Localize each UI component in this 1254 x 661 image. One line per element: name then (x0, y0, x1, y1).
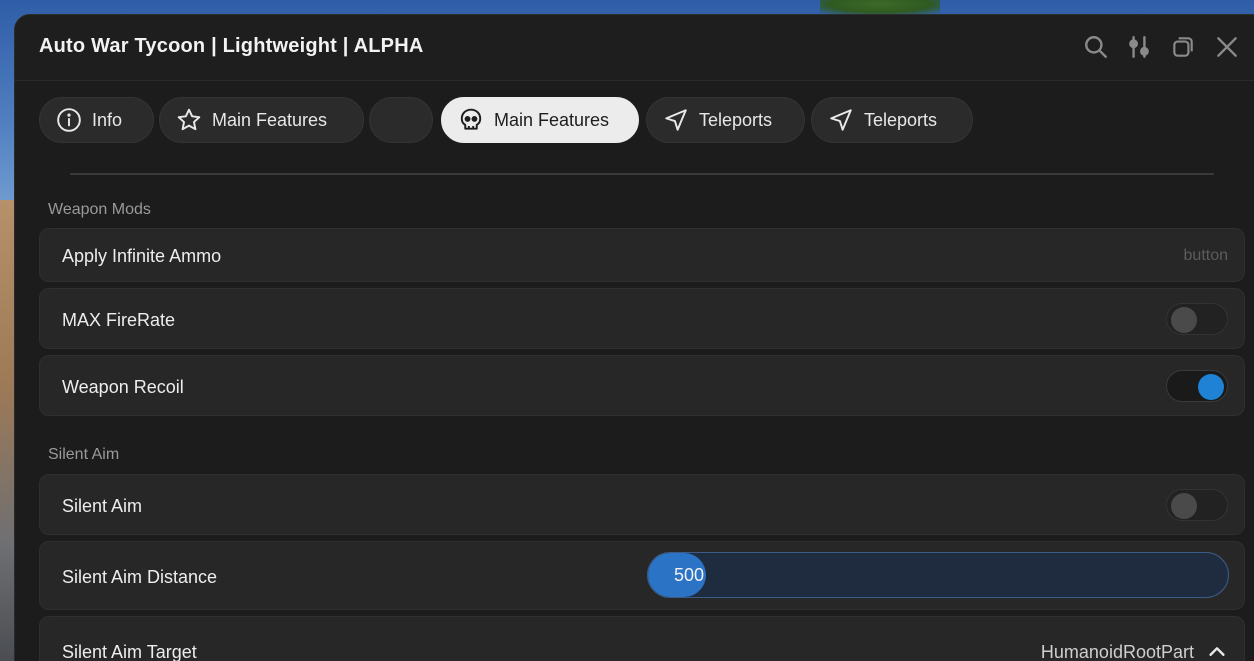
tab-label: Teleports (864, 109, 938, 130)
silent-aim-distance-slider[interactable]: 500 (647, 552, 1229, 598)
row-label: Apply Infinite Ammo (62, 246, 222, 266)
dropdown-selected-value: HumanoidRootPart (1040, 642, 1194, 661)
toggle-knob (1198, 374, 1224, 400)
minimize-icon[interactable] (1169, 33, 1197, 61)
silent-aim-row: Silent Aim (39, 474, 1245, 535)
row-label: Silent Aim (62, 496, 143, 516)
row-type-hint: button (1183, 247, 1228, 264)
max-firerate-toggle[interactable] (1166, 303, 1228, 335)
background-palm-tree (820, 0, 940, 14)
tab-main-features-active[interactable]: Main Features (441, 97, 639, 143)
weapon-recoil-row: Weapon Recoil (39, 355, 1245, 416)
toggle-knob (1171, 307, 1197, 333)
chevron-up-icon[interactable] (1206, 641, 1228, 661)
tab-teleports[interactable]: Teleports (646, 97, 805, 143)
row-label: Silent Aim Distance (62, 567, 218, 587)
star-icon (177, 108, 201, 131)
slider-value: 500 (674, 565, 705, 585)
silent-aim-distance-row: Silent Aim Distance 500 (39, 541, 1245, 610)
skull-icon (460, 108, 482, 130)
silent-aim-toggle[interactable] (1166, 489, 1228, 521)
title-bar[interactable]: Auto War Tycoon | Lightweight | ALPHA (15, 15, 1254, 81)
section-label-silent-aim: Silent Aim (48, 446, 120, 463)
row-label: Weapon Recoil (62, 377, 184, 397)
window-title: Auto War Tycoon | Lightweight | ALPHA (39, 35, 424, 57)
silent-aim-target-dropdown[interactable]: Silent Aim Target HumanoidRootPart (39, 616, 1245, 661)
tab-empty[interactable] (369, 97, 433, 143)
tab-label: Info (92, 109, 123, 130)
toggle-knob (1171, 493, 1197, 519)
close-icon[interactable] (1213, 33, 1241, 61)
tab-label: Main Features (494, 109, 610, 130)
max-firerate-row: MAX FireRate (39, 288, 1245, 349)
tab-label: Main Features (212, 109, 328, 130)
row-label: Silent Aim Target (62, 642, 197, 661)
tab-divider (70, 173, 1214, 175)
infinite-ammo-button[interactable]: Apply Infinite Ammo button (39, 228, 1245, 282)
tab-label: Teleports (699, 109, 773, 130)
tab-main-features[interactable]: Main Features (159, 97, 364, 143)
info-icon (57, 108, 81, 132)
row-label: MAX FireRate (62, 310, 176, 330)
send-icon (830, 109, 852, 131)
tab-info[interactable]: Info (39, 97, 154, 143)
section-label-weapon-mods: Weapon Mods (48, 201, 151, 218)
sliders-icon[interactable] (1125, 33, 1153, 61)
tab-teleports-2[interactable]: Teleports (811, 97, 973, 143)
script-window: Auto War Tycoon | Lightweight | ALPHA In… (14, 14, 1254, 661)
search-icon[interactable] (1082, 33, 1110, 61)
weapon-recoil-toggle[interactable] (1166, 370, 1228, 402)
send-icon (665, 109, 687, 131)
